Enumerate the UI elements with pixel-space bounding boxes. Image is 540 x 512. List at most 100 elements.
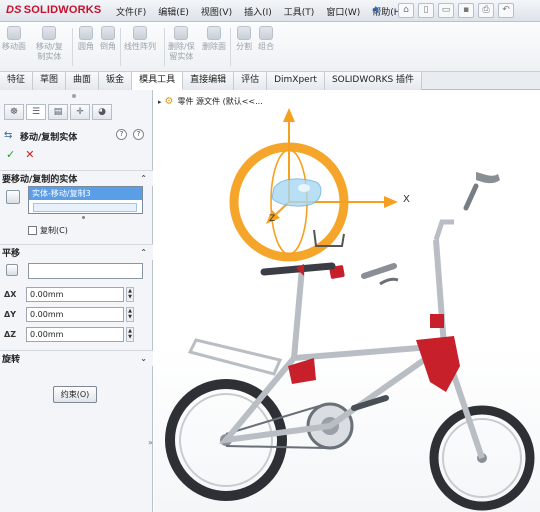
translate-group-header[interactable]: 平移 ⌃ [0,244,153,260]
head-clamp-red[interactable] [430,314,444,328]
bodies-group-header[interactable]: 要移动/复制的实体 ⌃ [0,170,153,186]
tab-solidworks-addins[interactable]: SOLIDWORKS 插件 [324,72,423,90]
menu-insert[interactable]: 插入(I) [238,5,278,18]
panel-title: 移动/复制实体 [20,132,78,143]
chamfer-button[interactable]: 倒角 [100,26,116,52]
part-crank-arm[interactable] [476,172,500,184]
logo-name: SOLIDWORKS [23,4,102,16]
handlebar-stem[interactable] [433,219,454,241]
pin-icon[interactable]: ✈ [372,4,384,17]
help-buttons: ? ? [116,129,144,140]
tab-features[interactable]: 特征 [0,72,34,90]
fillet-icon [79,26,93,40]
ok-button[interactable]: ✓ [6,148,15,161]
property-manager: ☸ ☰ ▤ ✛ ◕ ⇆ 移动/复制实体 ? ? ✓ ✕ 要移动/复制的实体 ⌃ … [0,90,153,512]
linear-pattern-button[interactable]: 线性阵列 [124,26,156,52]
delta-x-label: ΔX [4,289,17,299]
cancel-button[interactable]: ✕ [25,148,34,161]
solid-body-icon [6,190,20,204]
graphics-area[interactable]: ▸ ⚙ 零件 源文件 (默认<<... X Z [154,90,540,512]
delete-keep-body-button[interactable]: 删除/保 留实体 [168,26,195,62]
home-icon[interactable]: ⌂ [398,3,414,18]
part-crank-rod[interactable] [463,183,479,211]
property-manager-icon[interactable]: ☰ [26,104,46,120]
panel-collapse-icon[interactable]: » [148,438,153,447]
part-pedal-bar[interactable] [379,277,399,286]
move-copy-body-button[interactable]: 移动/复 制实体 [36,26,63,62]
bodies-group-title: 要移动/复制的实体 [2,175,78,185]
delta-z-row: ΔZ 0.00mm ▲ ▼ [4,326,134,342]
menu-view[interactable]: 视图(V) [195,5,238,18]
selection-drop-zone[interactable] [33,203,137,212]
copy-checkbox-label: 复制(C) [40,226,68,235]
rotate-group-title: 旋转 [2,355,21,365]
rotate-group-header[interactable]: 旋转 ⌄ [0,350,153,366]
ok-cancel-row: ✓ ✕ [6,148,34,161]
move-copy-body-icon [42,26,57,40]
selected-body-highlight [298,184,310,192]
new-document-icon[interactable]: ▯ [418,3,434,18]
undo-icon[interactable]: ↶ [498,3,514,18]
menu-edit[interactable]: 编辑(E) [152,5,195,18]
tab-direct-editing[interactable]: 直接编辑 [183,72,235,90]
chamfer-icon [101,26,115,40]
menu-file[interactable]: 文件(F) [110,5,152,18]
seat-post[interactable] [291,267,305,359]
reference-entity-icon [6,264,18,276]
feature-manager-icon[interactable]: ☸ [4,104,24,120]
delta-x-spinner[interactable]: ▲ ▼ [126,286,134,302]
solidworks-logo[interactable]: DS SOLIDWORKS [6,4,101,16]
x-arrow-head[interactable] [384,196,398,208]
collapse-icon: ⌃ [140,174,147,183]
y-arrow-head[interactable] [283,108,295,122]
expand-icon: ⌄ [140,354,147,363]
split-button[interactable]: 分割 [236,26,252,52]
move-triad[interactable] [229,108,398,262]
print-icon[interactable]: ⎙ [478,3,494,18]
tab-surfaces[interactable]: 曲面 [66,72,100,90]
tab-evaluate[interactable]: 评估 [234,72,268,90]
reference-entity-field[interactable] [28,263,143,279]
delta-x-input[interactable]: 0.00mm [26,286,124,302]
resize-handle[interactable] [82,216,85,219]
tab-dimxpert[interactable]: DimXpert [267,72,325,90]
linear-pattern-icon [133,26,147,40]
move-face-button[interactable]: 移动面 [2,26,26,52]
bicycle-model[interactable] [165,219,535,511]
help-button[interactable]: ? [116,129,127,140]
display-manager-icon[interactable]: ◕ [92,104,112,120]
head-tube[interactable] [433,239,447,347]
part-pedal-left[interactable] [361,263,397,279]
rear-rack[interactable] [187,338,283,376]
copy-checkbox-box[interactable] [28,226,37,235]
collapse-icon: ⌃ [140,248,147,257]
panel-grip[interactable] [72,94,76,98]
logo-ds: DS [6,4,22,16]
menu-bar: 文件(F) 编辑(E) 视图(V) 插入(I) 工具(T) 窗口(W) 帮助(H… [110,5,410,18]
tab-mold-tools[interactable]: 模具工具 [132,72,184,90]
detail-help-button[interactable]: ? [133,129,144,140]
fillet-button[interactable]: 圆角 [78,26,94,52]
translate-group-title: 平移 [2,249,21,259]
model-scene[interactable] [154,90,540,512]
dimxpert-manager-icon[interactable]: ✛ [70,104,90,120]
delta-y-spinner[interactable]: ▲ ▼ [126,306,134,322]
delta-z-input[interactable]: 0.00mm [26,326,124,342]
save-icon[interactable]: ▪ [458,3,474,18]
menu-window[interactable]: 窗口(W) [320,5,366,18]
constraints-button[interactable]: 约束(O) [53,386,97,403]
delta-y-input[interactable]: 0.00mm [26,306,124,322]
selected-body-preview[interactable] [271,178,322,207]
configuration-manager-icon[interactable]: ▤ [48,104,68,120]
combine-button[interactable]: 组合 [258,26,274,52]
menu-tools[interactable]: 工具(T) [278,5,321,18]
selected-body-item[interactable]: 实体-移动/复制3 [29,187,142,200]
move-copy-icon: ⇆ [4,130,13,141]
tab-sheet-metal[interactable]: 钣金 [99,72,133,90]
delta-z-spinner[interactable]: ▲ ▼ [126,326,134,342]
delete-face-button[interactable]: 删除面 [202,26,226,52]
open-folder-icon[interactable]: ▭ [438,3,454,18]
copy-checkbox[interactable]: 复制(C) [28,225,68,236]
bodies-selection-box[interactable]: 实体-移动/复制3 [28,186,143,214]
tab-sketch[interactable]: 草图 [33,72,67,90]
